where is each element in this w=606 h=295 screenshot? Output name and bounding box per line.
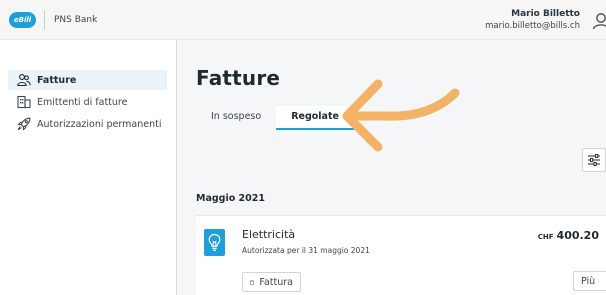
month-heading: Maggio 2021 xyxy=(196,193,265,204)
bill-amount: CHF 400.20 xyxy=(538,229,599,242)
main-content: Fatture In sospeso Regolate Maggio 2021 … xyxy=(177,40,606,295)
sidebar-item-label: Autorizzazioni permanenti xyxy=(37,118,162,130)
biller-name: Elettricità xyxy=(242,228,296,241)
amount-value: 400.20 xyxy=(556,229,599,242)
sliders-icon xyxy=(588,154,600,166)
lightbulb-icon xyxy=(204,229,225,256)
invoice-button[interactable]: Fattura xyxy=(242,272,301,292)
invoice-button-label: Fattura xyxy=(259,276,293,288)
bill-card[interactable]: Elettricità Autorizzata per il 31 maggio… xyxy=(196,215,606,295)
ebill-logo[interactable]: eBill xyxy=(9,12,36,28)
filter-button[interactable] xyxy=(582,148,606,172)
user-name: Mario Billetto xyxy=(511,9,580,19)
people-icon xyxy=(17,74,31,87)
user-info[interactable]: Mario Billetto mario.billetto@bills.ch xyxy=(485,8,580,32)
document-icon xyxy=(250,279,255,285)
sidebar-item-label: Emittenti di fatture xyxy=(37,96,128,108)
user-icon[interactable] xyxy=(591,12,606,30)
page-title: Fatture xyxy=(196,66,281,90)
bank-name: PNS Bank xyxy=(54,15,98,25)
sidebar-item-label: Fatture xyxy=(37,74,77,86)
header-separator xyxy=(44,10,45,30)
currency: CHF xyxy=(537,233,554,241)
tab-in-sospeso[interactable]: In sospeso xyxy=(196,106,276,130)
bill-status: Autorizzata per il 31 maggio 2021 xyxy=(242,246,370,255)
top-bar: eBill PNS Bank Mario Billetto mario.bill… xyxy=(0,0,606,40)
sidebar: Fatture Emittenti di fatture Autorizzazi… xyxy=(0,40,176,295)
sidebar-item-autorizzazioni[interactable]: Autorizzazioni permanenti xyxy=(8,114,167,134)
more-button[interactable]: Più xyxy=(573,271,606,291)
tab-regolate[interactable]: Regolate xyxy=(276,106,354,130)
rocket-icon xyxy=(17,117,31,131)
sidebar-item-emittenti[interactable]: Emittenti di fatture xyxy=(8,92,167,112)
building-icon xyxy=(17,95,31,109)
invoice-tabs: In sospeso Regolate xyxy=(196,106,354,130)
sidebar-item-fatture[interactable]: Fatture xyxy=(8,70,167,90)
chevron-right-icon xyxy=(598,280,600,282)
user-email: mario.billetto@bills.ch xyxy=(485,21,580,31)
more-button-label: Più xyxy=(581,275,596,287)
